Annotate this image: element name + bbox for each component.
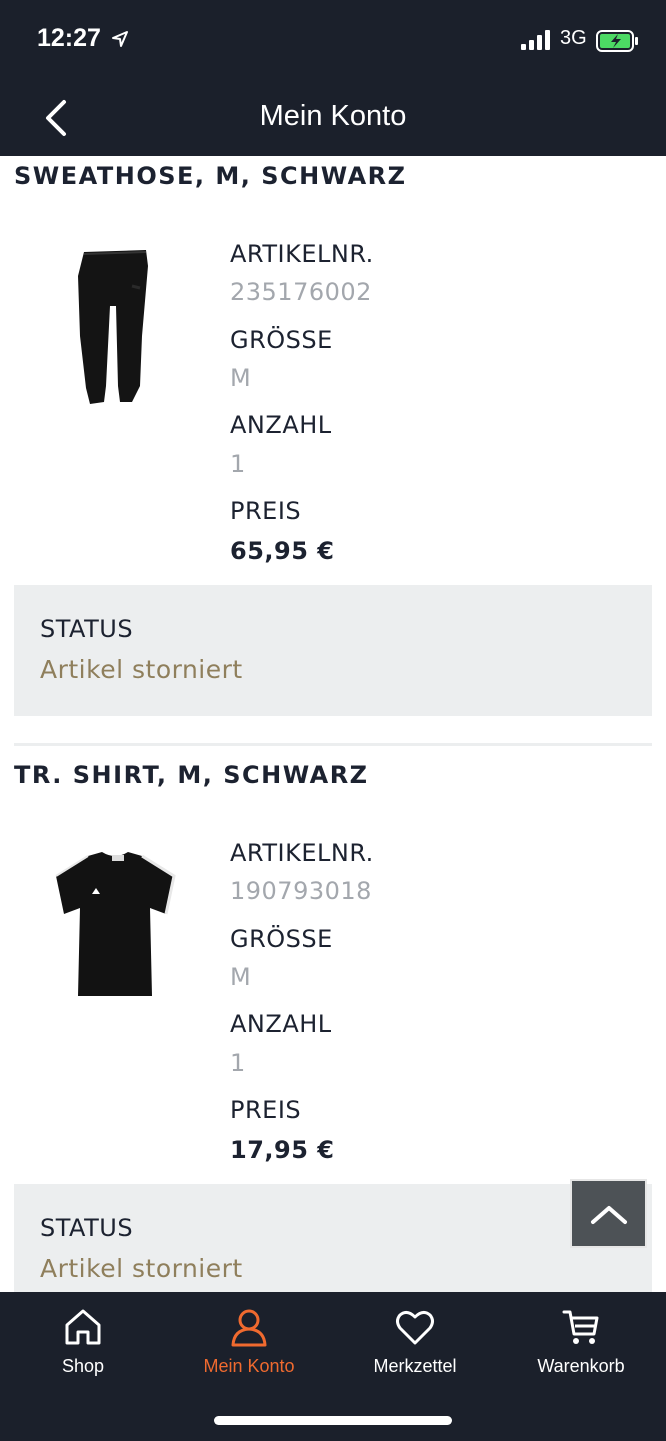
tab-label: Shop [61,1356,105,1376]
location-arrow-icon [112,31,128,47]
user-icon [231,1309,267,1347]
page-title: Mein Konto [259,100,407,132]
tab-shop[interactable]: Shop [0,1306,166,1386]
network-type: 3G [560,27,587,49]
quantity-label: ANZAHL [230,1010,332,1038]
tab-merkzettel[interactable]: Merkzettel [332,1306,498,1386]
tshirt-image[interactable] [40,840,190,1010]
battery-charging-icon [596,30,638,52]
system-status-bar: 12:27 3G [0,0,666,80]
sweatpants-image[interactable] [40,241,190,411]
status-value: Artikel storniert [40,655,243,684]
size-value: M [230,364,252,392]
chevron-up-icon [590,1205,627,1224]
status-value: Artikel storniert [40,1254,243,1283]
tab-mein-konto[interactable]: Mein Konto [166,1306,332,1386]
status-label: STATUS [40,615,134,643]
quantity-label: ANZAHL [230,411,332,439]
item-title: TR. SHIRT, M, SCHWARZ [14,761,369,789]
item-divider [14,743,652,746]
quantity-value: 1 [230,1049,246,1077]
clock-time: 12:27 [37,24,101,52]
order-item: SWEATHOSE, M, SCHWARZ ARTIKELNR. 2351760… [0,156,666,716]
navigation-bar: Mein Konto [0,80,666,156]
size-value: M [230,963,252,991]
signal-strength-icon [521,30,550,50]
price-value: 17,95 € [230,1136,335,1164]
heart-icon [396,1310,434,1345]
price-label: PREIS [230,497,302,525]
quantity-value: 1 [230,450,246,478]
size-label: GRÖSSE [230,925,333,953]
tab-label: Mein Konto [203,1356,295,1376]
cart-icon [562,1310,599,1344]
home-icon [65,1309,101,1345]
status-label: STATUS [40,1214,134,1242]
tab-label: Warenkorb [537,1356,625,1376]
article-number-value: 190793018 [230,877,372,905]
order-details-list[interactable]: SWEATHOSE, M, SCHWARZ ARTIKELNR. 2351760… [0,156,666,1292]
sweatpants-image-icon [78,250,148,404]
price-value: 65,95 € [230,537,335,565]
scroll-to-top-button[interactable] [570,1179,647,1248]
status-box: STATUS Artikel storniert [14,585,652,716]
tab-warenkorb[interactable]: Warenkorb [498,1306,664,1386]
article-number-label: ARTIKELNR. [230,240,374,268]
tshirt-image-icon [55,852,176,996]
article-number-value: 235176002 [230,278,372,306]
article-number-label: ARTIKELNR. [230,839,374,867]
item-title: SWEATHOSE, M, SCHWARZ [14,162,407,190]
price-label: PREIS [230,1096,302,1124]
home-indicator[interactable] [214,1416,452,1425]
size-label: GRÖSSE [230,326,333,354]
status-box: STATUS Artikel storniert [14,1184,652,1292]
tab-label: Merkzettel [373,1356,457,1376]
order-item: TR. SHIRT, M, SCHWARZ ARTIKELNR. 1907930… [0,755,666,1292]
bottom-tab-bar: Shop Mein Konto Merkzettel Warenkorb [0,1292,666,1441]
